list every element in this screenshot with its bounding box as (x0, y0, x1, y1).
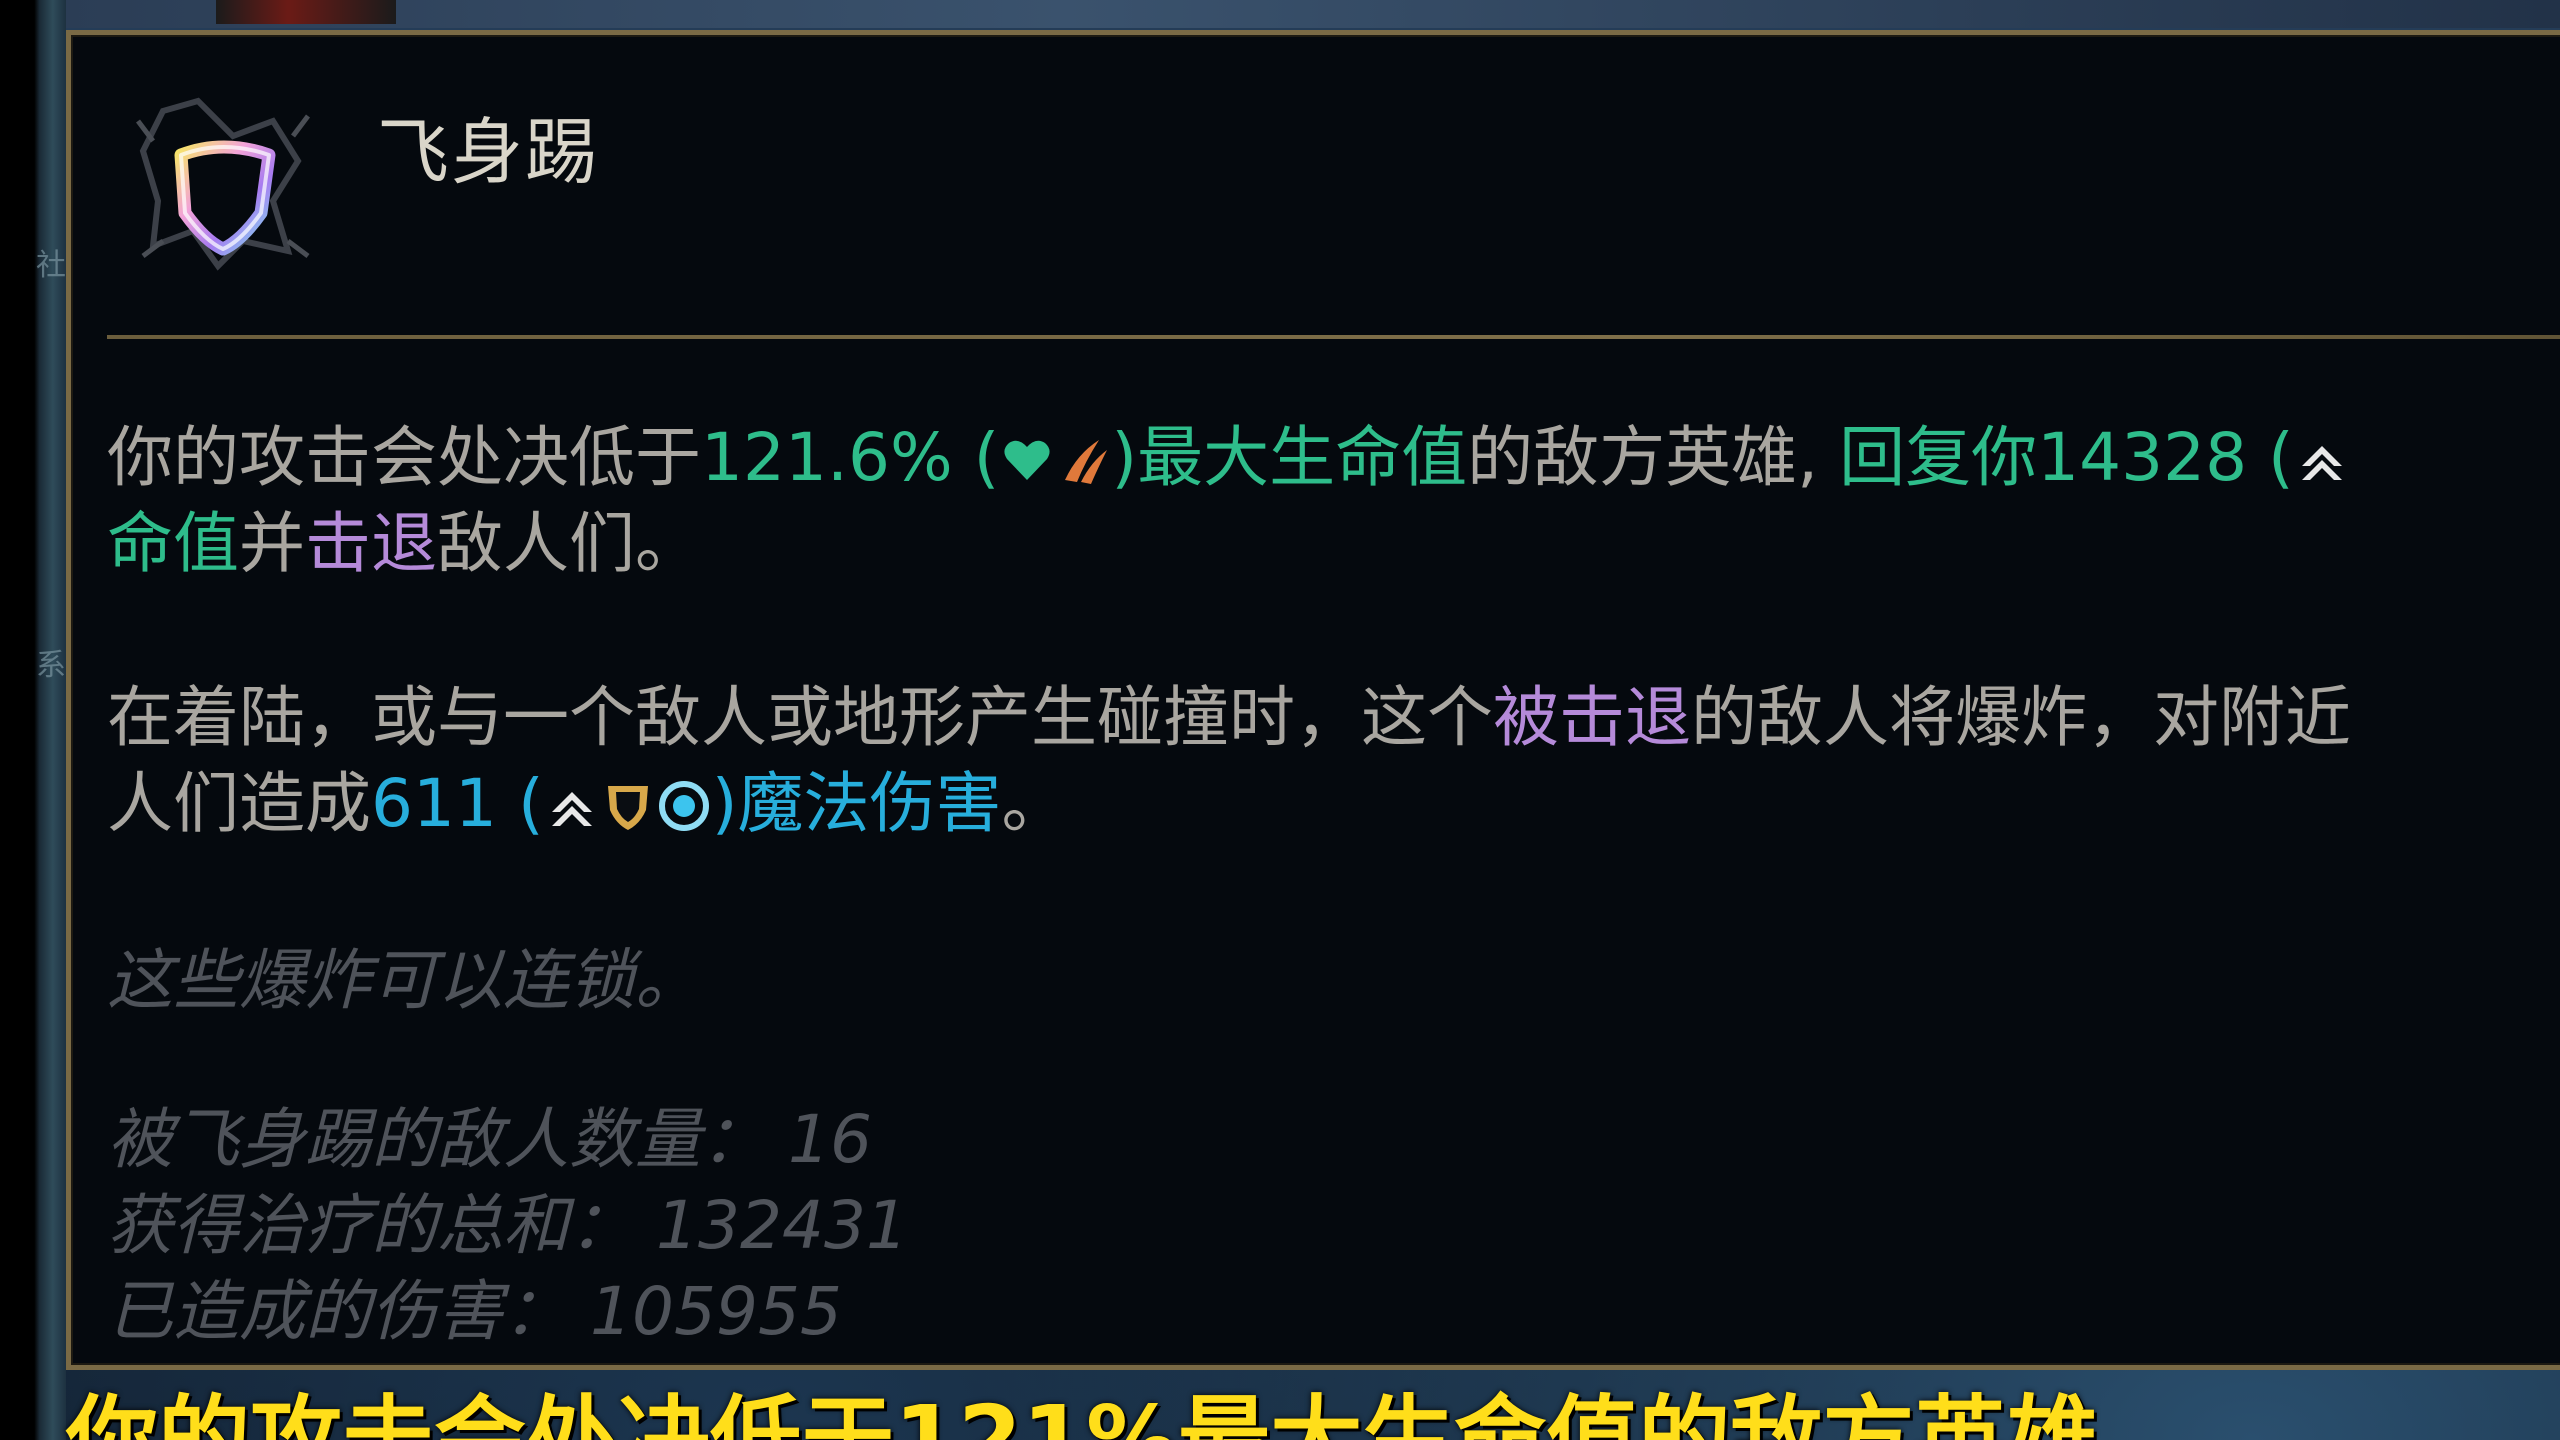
heart-icon (1004, 440, 1050, 480)
orb-icon (658, 781, 709, 831)
heal-amount-text: 回复你14328 ( (1839, 419, 2294, 496)
health-text: 命值 (107, 505, 239, 582)
description-line-2: 命值并击退敌人们。 (107, 501, 2350, 587)
description-text: 你的攻击会处决低于 (107, 419, 701, 496)
description-text: 人们造成 (107, 765, 371, 842)
video-subtitle: 你的攻击会处决低于121%最大生命值的敌方英雄 (66, 1386, 2099, 1440)
knocked-back-keyword: 被击退 (1493, 679, 1691, 756)
description-line-1: 你的攻击会处决低于121.6% ( )最大生命值的敌方英雄, 回复你14328 ( (107, 415, 2350, 501)
magic-damage-value: 611 ( (371, 765, 544, 842)
shield-icon (607, 786, 648, 830)
description-text: 并 (239, 505, 305, 582)
claw-slash-icon (1065, 440, 1108, 484)
description-paragraph-2: 在着陆，或与一个敌人或地形产生碰撞时，这个被击退的敌人将爆炸，对附近 人们造成6… (107, 675, 2351, 847)
description-text: 在着陆，或与一个敌人或地形产生碰撞时，这个 (107, 679, 1493, 756)
stat-label: 被飞身踢的敌人数量： (107, 1101, 767, 1178)
background-top-strip (66, 0, 2560, 28)
stat-value: 132431 (655, 1187, 908, 1264)
execute-threshold-value: 121.6% ( (701, 419, 1000, 496)
stat-value: 16 (787, 1101, 872, 1178)
description-paragraph-1: 你的攻击会处决低于121.6% ( )最大生命值的敌方英雄, 回复你14328 (… (107, 415, 2350, 587)
description-line-3: 在着陆，或与一个敌人或地形产生碰撞时，这个被击退的敌人将爆炸，对附近 (107, 675, 2351, 761)
max-health-text: )最大生命值 (1111, 419, 1468, 496)
description-text: 敌人们。 (437, 505, 701, 582)
augment-icon (136, 97, 310, 271)
description-text: 的敌方英雄, (1467, 419, 1840, 496)
stat-row-enemies-kicked: 被飞身踢的敌人数量： 16 (107, 1097, 908, 1183)
background-red-ui (216, 0, 396, 24)
description-text: 的敌人将爆炸，对附近 (1691, 679, 2351, 756)
tooltip-divider (107, 335, 2560, 339)
description-text: 。 (1001, 765, 1068, 842)
augment-tooltip: 飞身踢 你的攻击会处决低于121.6% ( )最大生命值的敌方英雄, 回复你143… (66, 30, 2560, 1370)
stat-row-damage-dealt: 已造成的伤害： 105955 (107, 1269, 908, 1355)
chevron-up-icon (2301, 446, 2342, 480)
knockback-keyword: 击退 (305, 505, 437, 582)
flavor-text: 这些爆炸可以连锁。 (107, 942, 701, 1019)
augment-title: 飞身踢 (377, 110, 600, 194)
stats-block: 被飞身踢的敌人数量： 16 获得治疗的总和： 132431 已造成的伤害： 10… (107, 1097, 908, 1355)
background-left-strip: 社 系 (0, 0, 66, 1440)
stat-value: 105955 (589, 1273, 842, 1350)
background-glyph: 社 (36, 248, 66, 283)
chevron-up-icon (551, 792, 592, 826)
stat-label: 获得治疗的总和： (107, 1187, 635, 1264)
description-line-4: 人们造成611 ( )魔法伤害。 (107, 761, 2351, 847)
background-glyph: 系 (36, 648, 66, 683)
stat-label: 已造成的伤害： (107, 1273, 569, 1350)
stat-row-total-healing: 获得治疗的总和： 132431 (107, 1183, 908, 1269)
magic-damage-text: )魔法伤害 (711, 765, 1002, 842)
game-screen: 社 系 飞身踢 你的攻击会处决低于121.6% ( )最大生命值的敌方英雄, 回复… (0, 0, 2560, 1440)
